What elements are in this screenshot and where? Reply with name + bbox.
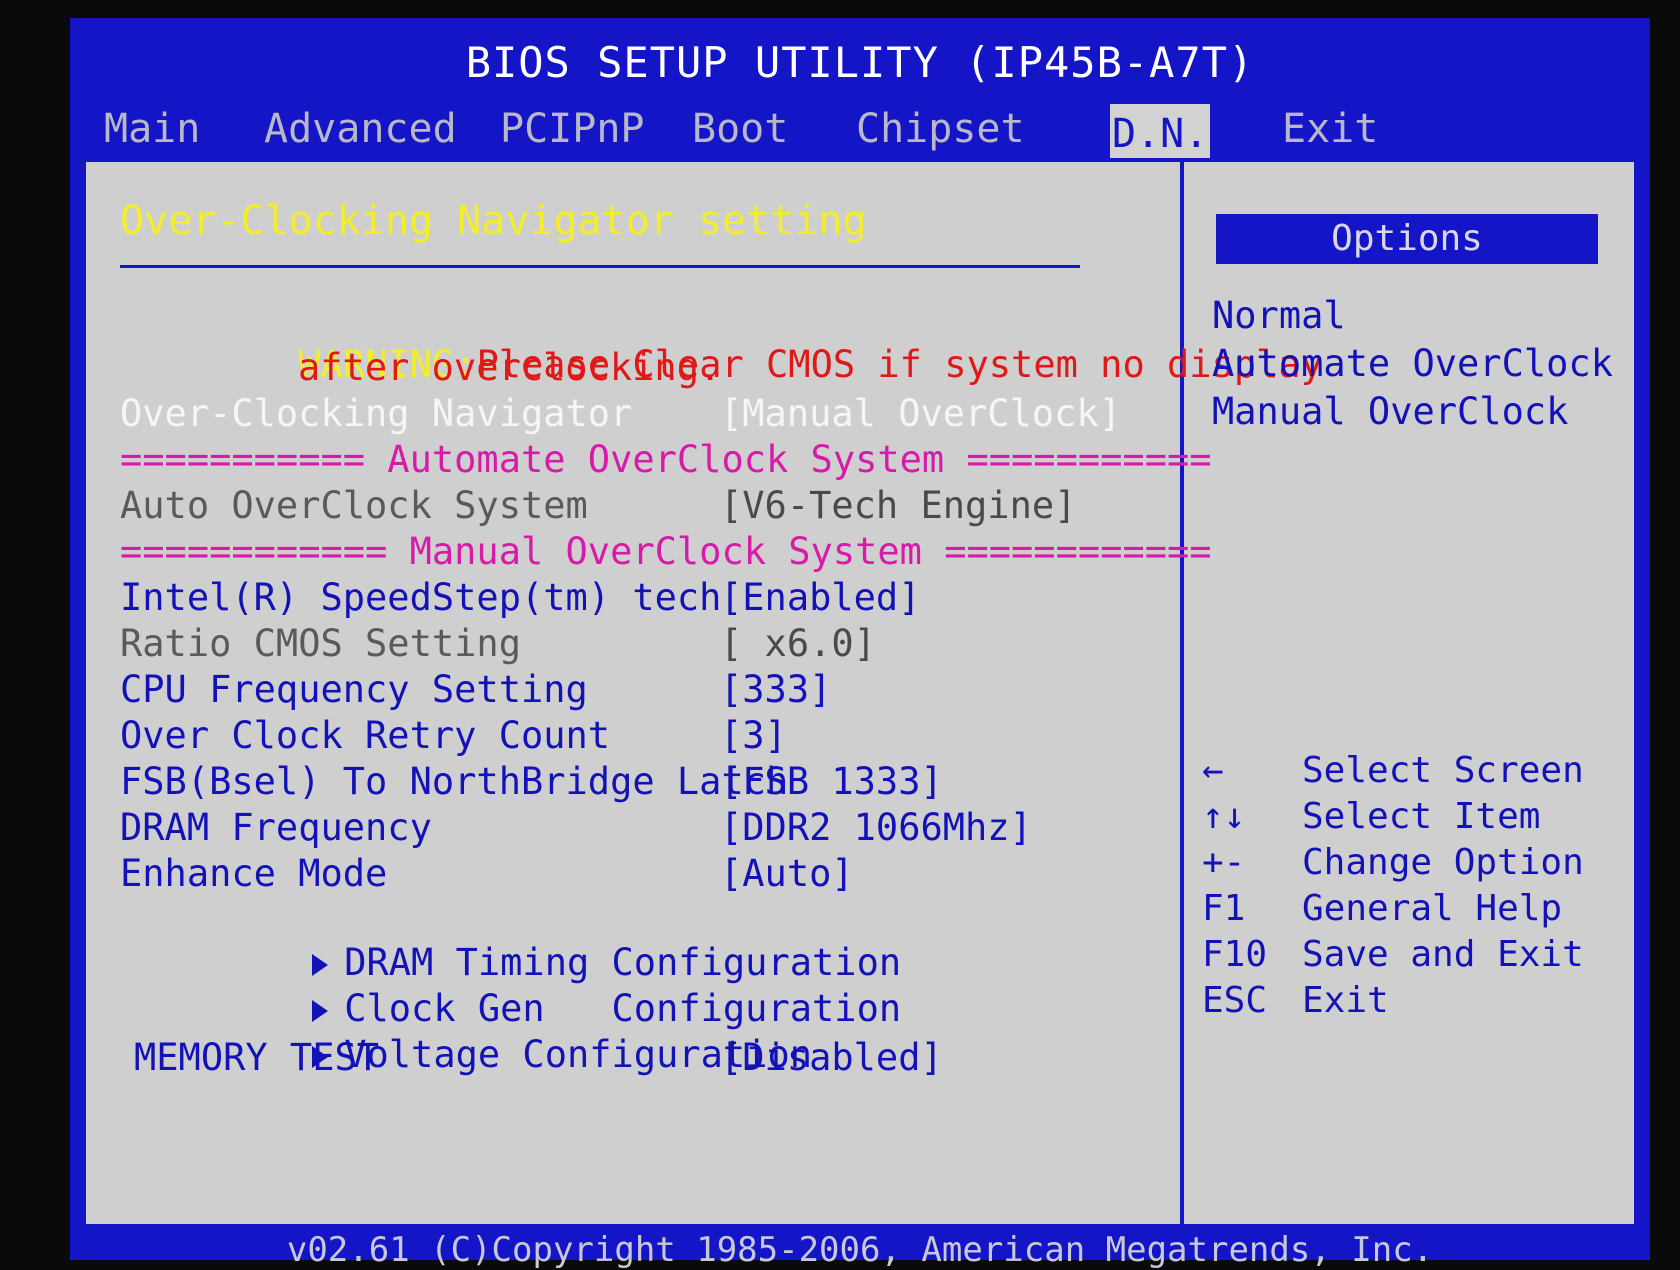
tab-boot[interactable]: Boot bbox=[690, 96, 790, 162]
esc-key: ESC bbox=[1202, 980, 1268, 1021]
help-general-help: General Help bbox=[1302, 888, 1563, 929]
ratio-value: [ x6.0] bbox=[720, 622, 876, 665]
memory-test-label[interactable]: MEMORY TEST bbox=[134, 1036, 379, 1079]
options-header: Options bbox=[1216, 214, 1598, 264]
help-select-screen: Select Screen bbox=[1302, 750, 1584, 791]
navigator-value[interactable]: [Manual OverClock] bbox=[720, 392, 1121, 435]
fsb-latch-value[interactable]: [FSB 1333] bbox=[720, 760, 943, 803]
auto-system-label: Auto OverClock System bbox=[120, 484, 588, 527]
f10-key: F10 bbox=[1202, 934, 1268, 975]
memory-test-value[interactable]: [Disabled] bbox=[720, 1036, 943, 1079]
help-save-and-exit: Save and Exit bbox=[1302, 934, 1584, 975]
enhance-mode-value[interactable]: [Auto] bbox=[720, 852, 854, 895]
automate-divider: =========== Automate OverClock System ==… bbox=[120, 438, 1212, 481]
tab-advanced[interactable]: Advanced bbox=[262, 96, 459, 162]
speedstep-label[interactable]: Intel(R) SpeedStep(tm) tech bbox=[120, 576, 721, 619]
dram-frequency-value[interactable]: [DDR2 1066Mhz] bbox=[720, 806, 1032, 849]
section-divider bbox=[120, 265, 1080, 268]
help-change-option: Change Option bbox=[1302, 842, 1584, 883]
ratio-label: Ratio CMOS Setting bbox=[120, 622, 521, 665]
help-select-item: Select Item bbox=[1302, 796, 1541, 837]
option-manual-overclock[interactable]: Manual OverClock bbox=[1212, 390, 1568, 433]
f1-key: F1 bbox=[1202, 888, 1246, 929]
enhance-mode-label[interactable]: Enhance Mode bbox=[120, 852, 387, 895]
plus-minus-key: +- bbox=[1202, 842, 1246, 883]
left-arrow-key-icon: ← bbox=[1202, 750, 1224, 791]
manual-divider: ============ Manual OverClock System ===… bbox=[120, 530, 1212, 573]
copyright-footer: v02.61 (C)Copyright 1985-2006, American … bbox=[286, 1230, 1434, 1270]
tab-chipset[interactable]: Chipset bbox=[854, 96, 1027, 162]
navigator-label[interactable]: Over-Clocking Navigator bbox=[120, 392, 632, 435]
cpu-frequency-value[interactable]: [333] bbox=[720, 668, 831, 711]
help-panel: Options Normal Automate OverClock Manual… bbox=[1188, 162, 1634, 1224]
option-normal[interactable]: Normal bbox=[1212, 294, 1346, 337]
cpu-frequency-label[interactable]: CPU Frequency Setting bbox=[120, 668, 588, 711]
section-title: Over-Clocking Navigator setting bbox=[120, 198, 867, 244]
speedstep-value[interactable]: [Enabled] bbox=[720, 576, 920, 619]
tab-main[interactable]: Main bbox=[102, 96, 202, 162]
tab-pcipnp[interactable]: PCIPnP bbox=[498, 96, 647, 162]
fsb-latch-label[interactable]: FSB(Bsel) To NorthBridge Latch bbox=[120, 760, 788, 803]
option-automate-overclock[interactable]: Automate OverClock bbox=[1212, 342, 1613, 385]
content-area: Over-Clocking Navigator setting WARNING:… bbox=[82, 158, 1638, 1228]
help-exit: Exit bbox=[1302, 980, 1389, 1021]
tab-dne[interactable]: D.N.E bbox=[1110, 104, 1232, 164]
warning-text-2: after overclocking. bbox=[298, 346, 722, 389]
updown-arrow-key-icon: ↑↓ bbox=[1202, 796, 1246, 837]
tab-exit[interactable]: Exit bbox=[1280, 96, 1380, 162]
window-title: BIOS SETUP UTILITY (IP45B-A7T) bbox=[465, 38, 1255, 87]
dram-frequency-label[interactable]: DRAM Frequency bbox=[120, 806, 432, 849]
auto-system-value: [V6-Tech Engine] bbox=[720, 484, 1077, 527]
bios-screen: BIOS SETUP UTILITY (IP45B-A7T) Main Adva… bbox=[70, 18, 1650, 1270]
settings-panel: Over-Clocking Navigator setting WARNING:… bbox=[86, 162, 1323, 1224]
tab-bar: Main Advanced PCIPnP Boot Chipset D.N.E … bbox=[70, 90, 1650, 164]
retry-count-label[interactable]: Over Clock Retry Count bbox=[120, 714, 610, 757]
retry-count-value[interactable]: [3] bbox=[720, 714, 787, 757]
